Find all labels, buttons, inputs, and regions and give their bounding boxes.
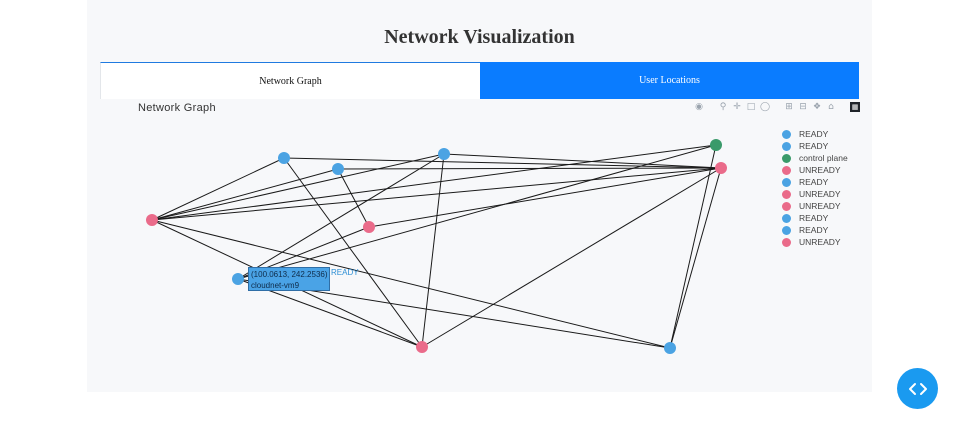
legend-label: READY xyxy=(799,213,829,223)
legend-item[interactable]: UNREADY xyxy=(782,236,848,248)
graph-node[interactable] xyxy=(710,139,722,151)
plotly-logo-icon[interactable]: ▦ xyxy=(850,102,860,112)
legend-marker xyxy=(782,225,791,235)
legend: READY READY control plane UNREADY READY … xyxy=(782,128,848,248)
graph-node[interactable] xyxy=(232,273,244,285)
lasso-icon[interactable]: ◯ xyxy=(760,102,770,112)
legend-label: UNREADY xyxy=(799,237,841,247)
legend-label: READY xyxy=(799,141,829,151)
modebar: ◉ ⚲ ✛ □ ◯ ⊞ ⊟ ❖ ⌂ ▦ xyxy=(694,101,860,113)
legend-marker xyxy=(782,141,791,151)
graph-node[interactable] xyxy=(332,163,344,175)
legend-label: READY xyxy=(799,225,829,235)
zoom-in-icon[interactable]: ⊞ xyxy=(784,102,794,112)
legend-marker xyxy=(782,177,791,187)
legend-item[interactable]: READY xyxy=(782,212,848,224)
graph-node[interactable] xyxy=(438,148,450,160)
zoom-out-icon[interactable]: ⊟ xyxy=(798,102,808,112)
legend-marker xyxy=(782,165,791,175)
legend-item[interactable]: control plane xyxy=(782,152,848,164)
legend-item[interactable]: UNREADY xyxy=(782,188,848,200)
tab-bar: Network Graph User Locations xyxy=(100,62,859,99)
home-icon[interactable]: ⌂ xyxy=(826,102,836,112)
graph-title: Network Graph xyxy=(138,102,216,114)
legend-label: UNREADY xyxy=(799,165,841,175)
tooltip-node-name: cloudnet-vm9 xyxy=(251,281,300,290)
legend-label: control plane xyxy=(799,153,848,163)
legend-marker xyxy=(782,189,791,199)
legend-marker xyxy=(782,129,791,139)
legend-label: UNREADY xyxy=(799,201,841,211)
legend-label: READY xyxy=(799,177,829,187)
legend-label: UNREADY xyxy=(799,189,841,199)
legend-item[interactable]: READY xyxy=(782,224,848,236)
legend-item[interactable]: READY xyxy=(782,176,848,188)
legend-marker xyxy=(782,213,791,223)
code-icon xyxy=(908,382,927,395)
camera-icon[interactable]: ◉ xyxy=(694,102,704,112)
page-title: Network Visualization xyxy=(384,26,575,48)
legend-item[interactable]: READY xyxy=(782,140,848,152)
content-panel xyxy=(87,0,872,392)
zoom-icon[interactable]: ⚲ xyxy=(718,102,728,112)
tab-user-locations[interactable]: User Locations xyxy=(480,62,859,99)
graph-node[interactable] xyxy=(416,341,428,353)
tooltip-coordinates: (100.0613, 242.2536) xyxy=(251,270,328,279)
graph-node[interactable] xyxy=(363,221,375,233)
legend-marker xyxy=(782,237,791,247)
autoscale-icon[interactable]: ❖ xyxy=(812,102,822,112)
pan-icon[interactable]: ✛ xyxy=(732,102,742,112)
legend-marker xyxy=(782,201,791,211)
graph-node[interactable] xyxy=(278,152,290,164)
legend-item[interactable]: UNREADY xyxy=(782,164,848,176)
legend-marker xyxy=(782,153,791,163)
tooltip-status: READY xyxy=(331,268,359,277)
code-toggle-button[interactable] xyxy=(897,368,938,409)
legend-label: READY xyxy=(799,129,829,139)
hover-tooltip: (100.0613, 242.2536) cloudnet-vm9 xyxy=(248,267,330,291)
legend-item[interactable]: UNREADY xyxy=(782,200,848,212)
legend-item[interactable]: READY xyxy=(782,128,848,140)
graph-node[interactable] xyxy=(664,342,676,354)
tab-network-graph[interactable]: Network Graph xyxy=(100,62,480,99)
graph-node[interactable] xyxy=(146,214,158,226)
graph-node[interactable] xyxy=(715,162,727,174)
box-select-icon[interactable]: □ xyxy=(746,102,756,112)
